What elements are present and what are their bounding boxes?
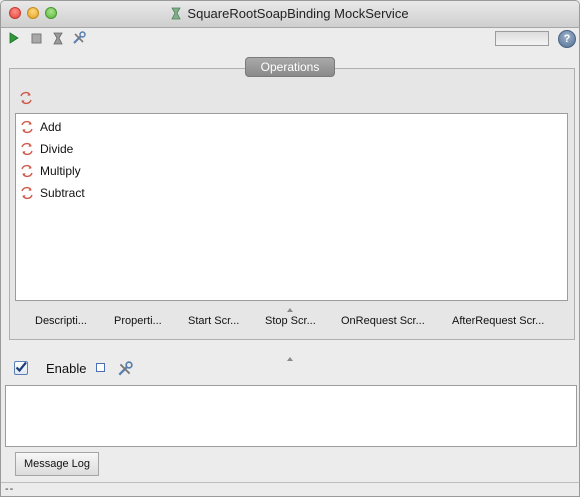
- options-icon[interactable]: [51, 31, 65, 45]
- script-editor-area[interactable]: [5, 385, 577, 447]
- tab-operations[interactable]: Operations: [245, 57, 335, 77]
- title-bar: SquareRootSoapBinding MockService: [1, 1, 579, 28]
- window-title-container: SquareRootSoapBinding MockService: [1, 6, 579, 23]
- operations-list[interactable]: Add Divide Multiply Subtract: [15, 113, 568, 301]
- script-toolbar: Enable: [1, 357, 579, 381]
- tab-description[interactable]: Descripti...: [35, 315, 87, 327]
- enable-label: Enable: [46, 361, 87, 376]
- tab-properties[interactable]: Properti...: [114, 315, 162, 327]
- mockservice-icon: [171, 7, 182, 23]
- list-item-label: Add: [40, 120, 62, 134]
- list-item-label: Divide: [40, 142, 74, 156]
- list-item-label: Subtract: [40, 186, 85, 200]
- splitter-handle-upper[interactable]: [287, 301, 293, 312]
- tab-onrequest-script[interactable]: OnRequest Scr...: [341, 315, 425, 327]
- window-title: SquareRootSoapBinding MockService: [187, 6, 409, 21]
- tools-icon[interactable]: [117, 361, 133, 377]
- play-icon[interactable]: [7, 31, 21, 45]
- operations-toolbar-icon[interactable]: [19, 91, 35, 107]
- list-item[interactable]: Divide: [20, 139, 73, 159]
- tools-icon[interactable]: [72, 31, 86, 45]
- message-log-button[interactable]: Message Log: [15, 452, 99, 476]
- help-icon[interactable]: ?: [558, 30, 576, 48]
- status-text: --: [5, 483, 15, 495]
- splitter-handle-lower[interactable]: [287, 350, 293, 361]
- operation-icon: [20, 164, 34, 178]
- operation-icon: [20, 120, 34, 134]
- stop-icon[interactable]: [29, 31, 43, 45]
- mockservice-window: SquareRootSoapBinding MockService ? Oper…: [0, 0, 580, 497]
- enable-checkbox[interactable]: [14, 361, 28, 375]
- list-item-label: Multiply: [40, 164, 81, 178]
- operation-icon: [20, 142, 34, 156]
- script-editor-icon[interactable]: [96, 363, 105, 372]
- toolbar: ?: [1, 28, 579, 50]
- operation-icon: [20, 186, 34, 200]
- tab-stop-script[interactable]: Stop Scr...: [265, 315, 316, 327]
- list-item[interactable]: Add: [20, 117, 61, 137]
- list-item[interactable]: Multiply: [20, 161, 81, 181]
- list-item[interactable]: Subtract: [20, 183, 85, 203]
- tab-start-script[interactable]: Start Scr...: [188, 315, 239, 327]
- detail-tab-bar: Descripti... Properti... Start Scr... St…: [15, 310, 566, 334]
- toolbar-progress-field: [495, 31, 549, 46]
- status-bar: --: [1, 482, 579, 496]
- tab-afterrequest-script[interactable]: AfterRequest Scr...: [452, 315, 544, 327]
